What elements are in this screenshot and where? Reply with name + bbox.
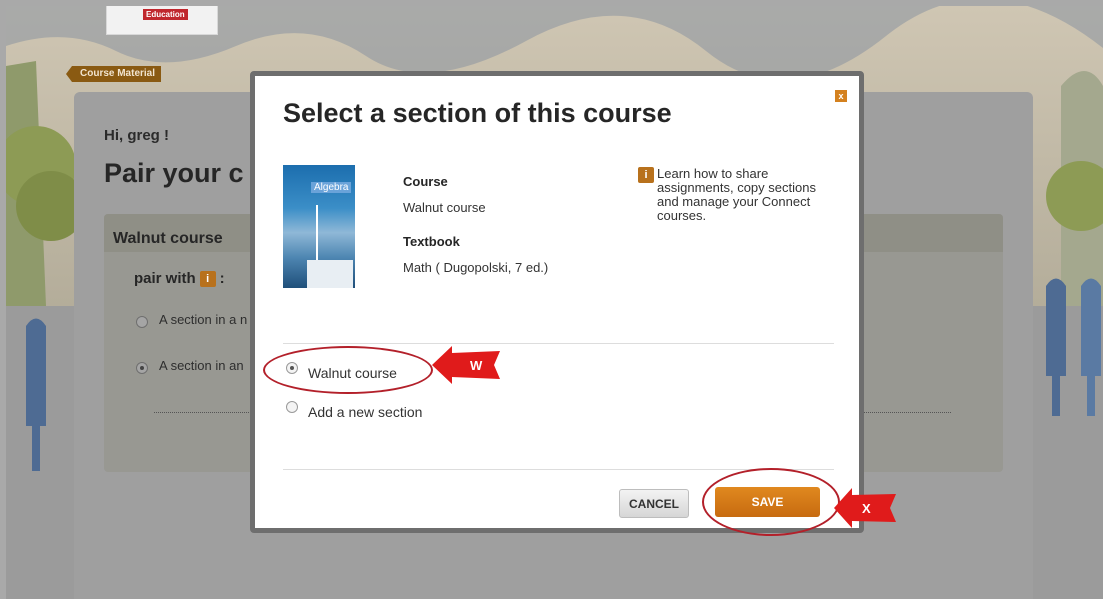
help-note: i Learn how to share assignments, copy s… [638, 167, 830, 223]
callout-w: W [432, 346, 500, 384]
textbook-value: Math ( Dugopolski, 7 ed.) [403, 260, 549, 275]
callout-w-label: W [470, 358, 483, 373]
pair-with-row: pair with i: [134, 270, 225, 288]
select-section-dialog: x Select a section of this course Algebr… [250, 71, 864, 533]
pair-option-radio-selected[interactable] [136, 362, 148, 374]
dialog-title: Select a section of this course [283, 98, 672, 128]
course-box-title: Walnut course [113, 230, 223, 247]
highlight-ring-save [702, 468, 840, 536]
textbook-label: Textbook [403, 234, 460, 249]
cancel-button[interactable]: CANCEL [619, 489, 689, 518]
info-icon: i [638, 167, 654, 183]
section-radio-new[interactable] [286, 401, 298, 413]
book-cover-boat [307, 260, 353, 288]
divider-top [283, 343, 834, 344]
book-cover-title: Algebra [311, 182, 352, 193]
highlight-ring-walnut [263, 346, 433, 394]
course-label: Course [403, 174, 448, 189]
pair-with-suffix: : [219, 270, 225, 287]
course-value: Walnut course [403, 200, 486, 215]
page-title: Pair your c [104, 158, 244, 188]
pair-option-label: A section in a n [159, 312, 248, 327]
info-icon[interactable]: i [199, 271, 216, 288]
section-option-new[interactable]: Add a new section [308, 404, 422, 420]
breadcrumb-course-material[interactable]: Course Material [65, 66, 162, 82]
textbook-cover-image: Algebra [283, 165, 355, 288]
callout-x: X [834, 488, 896, 528]
pair-option-label: A section in an [159, 358, 244, 373]
logo-education-label: Education [143, 9, 188, 20]
callout-w-arrow [432, 346, 500, 384]
publisher-logo[interactable]: Education [106, 6, 218, 35]
pair-option-radio[interactable] [136, 316, 148, 328]
pair-with-label: pair with [134, 270, 196, 287]
help-link[interactable]: Learn how to share assignments, copy sec… [638, 167, 830, 223]
callout-x-label: X [862, 501, 871, 516]
greeting: Hi, greg ! [104, 127, 170, 144]
close-icon[interactable]: x [835, 90, 847, 102]
